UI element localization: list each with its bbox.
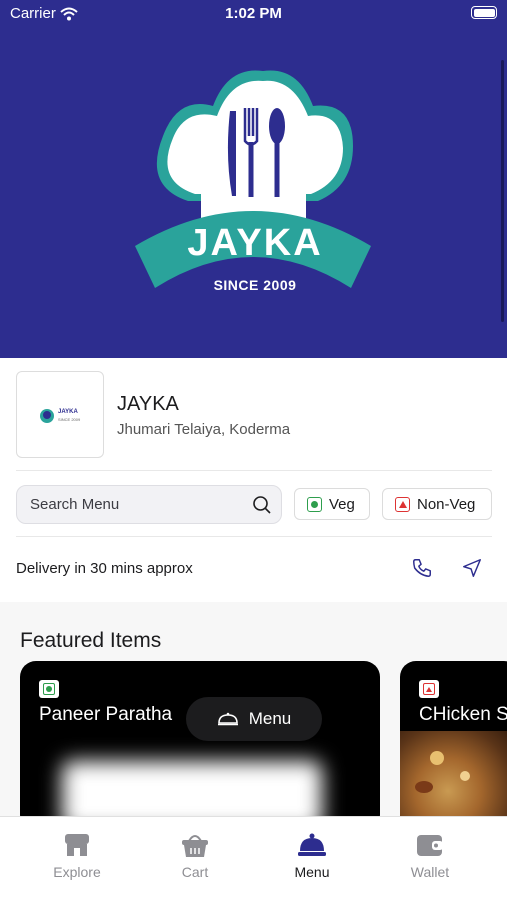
nonveg-filter-label: Non-Veg bbox=[417, 495, 476, 513]
logo-since: SINCE 2009 bbox=[213, 277, 297, 293]
search-placeholder: Search Menu bbox=[30, 496, 120, 513]
battery-icon bbox=[471, 6, 497, 19]
tab-explore[interactable]: Explore bbox=[14, 817, 140, 901]
call-button[interactable] bbox=[402, 548, 442, 588]
veg-filter-label: Veg bbox=[329, 495, 355, 513]
tab-cart-label: Cart bbox=[181, 864, 209, 880]
logo-title: JAYKA bbox=[187, 222, 323, 264]
phone-icon bbox=[413, 559, 431, 577]
wallet-icon bbox=[417, 835, 443, 856]
menu-button[interactable]: Menu bbox=[186, 697, 322, 741]
store-icon bbox=[65, 834, 89, 856]
search-input[interactable]: Search Menu bbox=[16, 485, 282, 524]
divider bbox=[16, 536, 492, 537]
restaurant-address: Jhumari Telaiya, Koderma bbox=[117, 421, 291, 438]
divider bbox=[16, 470, 492, 471]
featured-item-name: Paneer Paratha bbox=[39, 704, 173, 725]
hero-banner: Carrier 1:02 PM JAYKA SINCE 2009 bbox=[0, 0, 507, 358]
tab-explore-label: Explore bbox=[53, 864, 101, 880]
tab-wallet[interactable]: Wallet bbox=[367, 817, 493, 901]
nonveg-filter-button[interactable]: Non-Veg bbox=[382, 488, 492, 520]
restaurant-logo: JAYKA SINCE 2009 bbox=[16, 371, 104, 458]
mini-logo-title: JAYKA bbox=[58, 409, 78, 415]
basket-icon bbox=[182, 835, 208, 857]
mini-logo: JAYKA SINCE 2009 bbox=[39, 408, 80, 424]
tab-wallet-label: Wallet bbox=[410, 864, 450, 880]
directions-button[interactable] bbox=[452, 548, 492, 588]
delivery-time: Delivery in 30 mins approx bbox=[16, 560, 193, 577]
veg-filter-button[interactable]: Veg bbox=[294, 488, 370, 520]
tab-menu[interactable]: Menu bbox=[249, 817, 375, 901]
search-icon[interactable] bbox=[252, 495, 272, 515]
mini-chef-hat-icon bbox=[40, 409, 54, 423]
featured-item-name: CHicken S bbox=[419, 704, 507, 725]
cloche-icon bbox=[298, 833, 326, 856]
tab-bar: Explore Cart Menu Wallet bbox=[0, 816, 507, 900]
cloche-icon bbox=[217, 712, 238, 726]
tab-cart[interactable]: Cart bbox=[132, 817, 258, 901]
scrollbar[interactable] bbox=[501, 60, 504, 322]
veg-icon bbox=[39, 680, 59, 698]
featured-item-card[interactable]: Paneer Paratha bbox=[20, 661, 380, 831]
featured-title: Featured Items bbox=[20, 629, 162, 652]
status-bar: Carrier 1:02 PM bbox=[0, 0, 507, 28]
navigation-arrow-icon bbox=[463, 559, 481, 577]
menu-button-label: Menu bbox=[248, 709, 292, 728]
veg-icon bbox=[307, 496, 322, 512]
nonveg-icon bbox=[395, 496, 410, 512]
nonveg-icon bbox=[419, 680, 439, 698]
mini-logo-since: SINCE 2009 bbox=[58, 417, 81, 422]
featured-item-card[interactable]: CHicken S bbox=[400, 661, 507, 831]
restaurant-name: JAYKA bbox=[117, 393, 179, 415]
status-time: 1:02 PM bbox=[225, 5, 282, 22]
tab-menu-label: Menu bbox=[294, 864, 330, 880]
